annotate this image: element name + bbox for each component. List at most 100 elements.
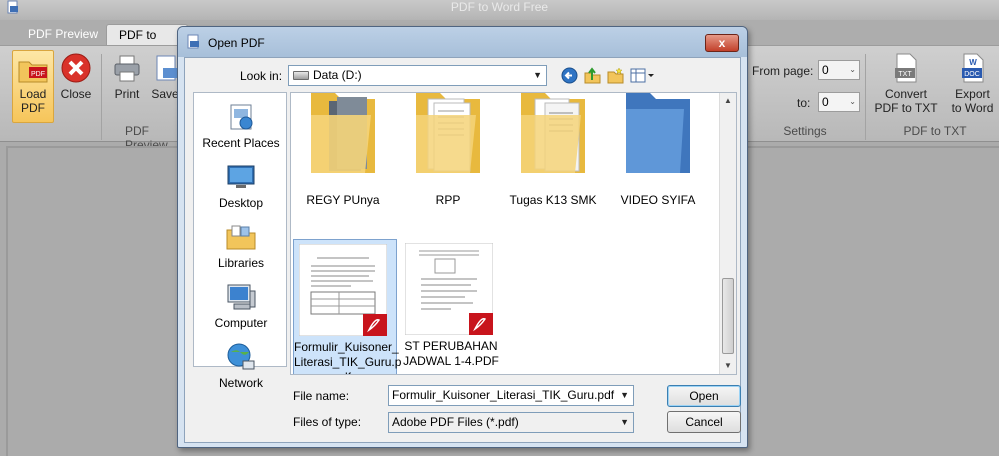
file-item[interactable]: ST PERUBAHAN JADWAL 1-4.PDF	[399, 239, 503, 374]
file-name-line: Formulir_Kuisoner_	[294, 340, 399, 354]
save-icon	[156, 55, 177, 81]
folder-icon	[521, 93, 585, 173]
close-pdf-button[interactable]: Close	[58, 52, 94, 101]
save-label: Save	[151, 87, 179, 101]
place-label: Network	[218, 376, 263, 390]
load-pdf-label-2: PDF	[21, 101, 45, 115]
place-libraries[interactable]: Libraries	[194, 221, 288, 270]
file-type-label: Files of type:	[293, 415, 362, 429]
ribbon-separator	[101, 54, 102, 140]
chevron-down-icon: ▼	[620, 417, 629, 427]
open-button[interactable]: Open	[667, 385, 741, 407]
doc-file-icon: W DOC	[961, 53, 983, 83]
dialog-title: Open PDF	[208, 36, 265, 50]
file-type-dropdown[interactable]: Adobe PDF Files (*.pdf) ▼	[388, 412, 634, 433]
chevron-down-icon: ⌄	[849, 65, 856, 74]
view-menu-icon[interactable]	[630, 67, 654, 84]
network-icon	[227, 343, 255, 370]
place-label: Computer	[214, 316, 268, 330]
tab-pdf-preview[interactable]: PDF Preview	[16, 24, 110, 45]
folder-item[interactable]: RPP	[396, 93, 500, 213]
dialog-app-icon	[187, 34, 199, 49]
scrollbar-thumb[interactable]	[722, 278, 734, 354]
load-pdf-label-1: Load	[19, 87, 47, 101]
place-network[interactable]: Network	[194, 341, 288, 390]
computer-icon	[227, 284, 256, 310]
svg-text:TXT: TXT	[898, 71, 912, 78]
close-icon: x	[718, 36, 726, 50]
libraries-icon	[226, 225, 256, 250]
up-folder-icon[interactable]	[584, 67, 601, 84]
drive-icon	[293, 71, 309, 80]
from-page-stepper[interactable]: 0 ⌄	[818, 60, 860, 80]
printer-icon	[114, 55, 140, 82]
pdf-file-icon	[299, 244, 387, 336]
ribbon-separator	[865, 54, 866, 140]
export-label-1: Export	[955, 87, 990, 101]
folder-item[interactable]: Tugas K13 SMK	[501, 93, 605, 213]
place-label: Recent Places	[202, 136, 280, 150]
export-label-2: to Word	[951, 101, 994, 115]
chevron-down-icon: ▼	[533, 70, 542, 80]
dialog-titlebar[interactable]: Open PDF x	[178, 27, 747, 57]
svg-text:W: W	[969, 58, 977, 67]
scroll-down-icon[interactable]: ▼	[720, 358, 736, 374]
close-red-icon	[61, 53, 91, 83]
folder-item[interactable]: VIDEO SYIFA	[606, 93, 710, 213]
export-to-word-button[interactable]: W DOC Export to Word	[946, 52, 999, 115]
file-name-line: df	[294, 370, 398, 374]
folder-icon	[626, 93, 690, 173]
from-page-value: 0	[822, 63, 829, 77]
convert-label-1: Convert	[884, 87, 928, 101]
file-name-value: Formulir_Kuisoner_Literasi_TIK_Guru.pdf	[392, 388, 615, 402]
from-page-label: From page:	[752, 64, 814, 78]
svg-text:PDF: PDF	[31, 71, 45, 78]
group-label-pdf-to-txt: PDF to TXT	[903, 124, 967, 138]
scroll-up-icon[interactable]: ▲	[720, 93, 736, 109]
place-desktop[interactable]: Desktop	[194, 161, 288, 210]
print-button[interactable]: Print	[108, 52, 146, 101]
to-page-label: to:	[797, 96, 811, 110]
dialog-body: Look in: Data (D:) ▼ Recent Places Deskt…	[184, 57, 741, 443]
folder-icon	[311, 93, 375, 173]
folder-name: VIDEO SYIFA	[620, 193, 696, 207]
dialog-close-button[interactable]: x	[705, 34, 739, 52]
look-in-dropdown[interactable]: Data (D:) ▼	[288, 65, 547, 86]
new-folder-icon[interactable]	[607, 67, 624, 84]
file-list-scrollbar[interactable]: ▲ ▼	[719, 93, 736, 374]
folder-icon	[416, 93, 480, 173]
place-recent-places[interactable]: Recent Places	[194, 101, 288, 150]
chevron-down-icon: ▼	[620, 390, 629, 400]
recent-places-icon	[230, 104, 253, 130]
save-button[interactable]: Save	[150, 52, 180, 101]
convert-pdf-to-txt-button[interactable]: TXT Convert PDF to TXT	[872, 52, 940, 115]
file-item-selected[interactable]: Formulir_Kuisoner_ Literasi_TIK_Guru.p d…	[293, 239, 401, 374]
tab-pdf-to-txt[interactable]: PDF to TXT	[106, 24, 188, 62]
svg-text:DOC: DOC	[964, 71, 980, 78]
place-computer[interactable]: Computer	[194, 281, 288, 330]
file-list: REGY PUnya RPP Tugas K13 SMK VIDEO SYIFA…	[290, 92, 737, 375]
load-pdf-icon: PDF	[18, 61, 48, 83]
chevron-down-icon: ⌄	[849, 97, 856, 106]
back-arrow-icon[interactable]	[561, 67, 578, 84]
print-label: Print	[114, 87, 140, 101]
to-page-stepper[interactable]: 0 ⌄	[818, 92, 860, 112]
file-name-input[interactable]: Formulir_Kuisoner_Literasi_TIK_Guru.pdf …	[388, 385, 634, 406]
place-label: Desktop	[218, 196, 264, 210]
cancel-button[interactable]: Cancel	[667, 411, 741, 433]
open-pdf-dialog: Open PDF x Look in: Data (D:) ▼ Recent P…	[177, 26, 748, 448]
file-name-label: File name:	[293, 389, 350, 403]
file-name-line: ST PERUBAHAN	[404, 339, 498, 353]
folder-item[interactable]: REGY PUnya	[291, 93, 395, 213]
close-label: Close	[60, 87, 92, 101]
app-titlebar: PDF to Word Free	[0, 0, 999, 20]
look-in-value: Data (D:)	[313, 68, 362, 82]
load-pdf-button[interactable]: PDF Load PDF	[12, 50, 54, 123]
folder-name: Tugas K13 SMK	[509, 193, 597, 207]
desktop-icon	[227, 165, 255, 188]
places-bar: Recent Places Desktop Libraries Computer…	[193, 92, 288, 390]
folder-name: REGY PUnya	[306, 193, 380, 207]
app-title: PDF to Word Free	[450, 0, 549, 14]
file-type-value: Adobe PDF Files (*.pdf)	[392, 415, 519, 429]
group-label-settings: Settings	[783, 124, 827, 138]
